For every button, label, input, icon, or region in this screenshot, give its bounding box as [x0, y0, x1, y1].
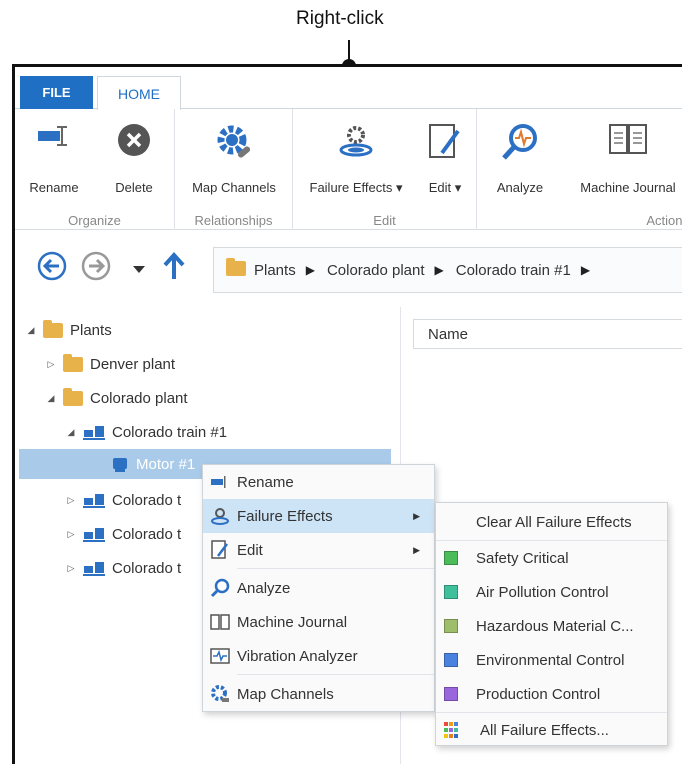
submenu-arrow-icon: ▶: [413, 510, 420, 521]
back-arrow-icon: [37, 251, 67, 281]
failure-effect-safety-critical[interactable]: Safety Critical: [436, 541, 667, 575]
context-map-channels[interactable]: Map Channels: [203, 677, 434, 711]
failure-effects-icon: [203, 506, 237, 526]
rename-icon: [203, 475, 237, 489]
failure-effect-production-control[interactable]: Production Control: [436, 677, 667, 711]
tree-node-colorado-train-4[interactable]: ▷ Colorado t: [65, 553, 182, 583]
forward-arrow-icon: [81, 251, 111, 281]
breadcrumb-plants[interactable]: Plants: [254, 262, 296, 279]
tab-file[interactable]: FILE: [20, 76, 93, 109]
ribbon-group-actions: Analyze Machine Journal Actions: [477, 109, 682, 230]
menu-divider: [237, 568, 434, 569]
navigation-bar: Plants ▶ Colorado plant ▶ Colorado train…: [15, 235, 682, 301]
map-channels-icon: [203, 684, 237, 704]
context-analyze[interactable]: Analyze: [203, 571, 434, 605]
context-failure-effects[interactable]: Failure Effects ▶: [203, 499, 434, 533]
breadcrumb[interactable]: Plants ▶ Colorado plant ▶ Colorado train…: [213, 247, 682, 293]
context-vibration-analyzer[interactable]: Vibration Analyzer: [203, 639, 434, 673]
ribbon: Rename Delete Organize Map Channels Rela…: [15, 109, 682, 230]
tree-node-denver-plant[interactable]: ▷ Denver plant: [45, 349, 175, 379]
expanded-arrow-icon[interactable]: ◢: [25, 325, 37, 336]
color-swatch: [444, 653, 458, 667]
edit-icon: [428, 123, 462, 166]
edit-dropdown[interactable]: Edit ▾: [417, 109, 473, 205]
context-menu: Rename Failure Effects ▶ Edit ▶ Analyze …: [202, 464, 435, 712]
train-icon: [83, 560, 105, 576]
caret-down-icon: [133, 266, 145, 273]
expanded-arrow-icon[interactable]: ◢: [45, 393, 57, 404]
map-channels-button[interactable]: Map Channels: [179, 109, 289, 205]
failure-effects-icon: [338, 123, 374, 164]
vibration-icon: [203, 648, 237, 664]
delete-button[interactable]: Delete: [99, 109, 169, 205]
tree-node-colorado-train-3[interactable]: ▷ Colorado t: [65, 519, 182, 549]
collapsed-arrow-icon[interactable]: ▷: [45, 359, 57, 370]
folder-icon: [43, 319, 63, 338]
failure-effect-air-pollution-control[interactable]: Air Pollution Control: [436, 575, 667, 609]
delete-icon: [117, 123, 151, 162]
context-edit[interactable]: Edit ▶: [203, 533, 434, 567]
submenu-arrow-icon: ▶: [413, 544, 420, 555]
color-swatch: [444, 551, 458, 565]
collapsed-arrow-icon[interactable]: ▷: [65, 495, 77, 506]
menu-divider: [237, 674, 434, 675]
failure-effect-environmental-control[interactable]: Environmental Control: [436, 643, 667, 677]
journal-icon: [608, 123, 648, 160]
color-swatch: [444, 619, 458, 633]
expanded-arrow-icon[interactable]: ◢: [65, 427, 77, 438]
train-icon: [83, 526, 105, 542]
color-swatch: [444, 687, 458, 701]
collapsed-arrow-icon[interactable]: ▷: [65, 529, 77, 540]
forward-button[interactable]: [81, 251, 111, 286]
breadcrumb-colorado-train[interactable]: Colorado train #1: [456, 262, 571, 279]
edit-icon: [203, 540, 237, 560]
tree-node-plants[interactable]: ◢ Plants: [25, 315, 112, 345]
rename-icon: [37, 123, 71, 154]
failure-effects-dropdown[interactable]: Failure Effects ▾: [297, 109, 415, 205]
analyze-icon: [501, 123, 539, 166]
folder-icon: [226, 257, 246, 280]
ribbon-tabs: FILE HOME: [15, 67, 682, 110]
up-button[interactable]: [161, 251, 187, 286]
up-arrow-icon: [163, 252, 185, 279]
breadcrumb-separator-icon: ▶: [580, 263, 591, 277]
right-click-annotation: Right-click: [296, 8, 384, 29]
ribbon-group-organize: Rename Delete Organize: [15, 109, 175, 230]
tree-node-colorado-train-2[interactable]: ▷ Colorado t: [65, 485, 182, 515]
collapsed-arrow-icon[interactable]: ▷: [65, 563, 77, 574]
journal-icon: [203, 614, 237, 630]
failure-effects-submenu: Clear All Failure Effects Safety Critica…: [435, 502, 668, 746]
palette-icon: [444, 722, 458, 738]
analyze-button[interactable]: Analyze: [483, 109, 557, 205]
map-channels-icon: [215, 123, 253, 166]
history-dropdown[interactable]: [133, 261, 145, 279]
tab-home[interactable]: HOME: [97, 76, 181, 110]
all-failure-effects[interactable]: All Failure Effects...: [436, 713, 667, 747]
context-machine-journal[interactable]: Machine Journal: [203, 605, 434, 639]
column-header-name[interactable]: Name: [413, 319, 682, 349]
color-swatch: [444, 585, 458, 599]
rename-button[interactable]: Rename: [19, 109, 89, 205]
ribbon-group-edit: Failure Effects ▾ Edit ▾ Edit: [293, 109, 477, 230]
ribbon-group-relationships: Map Channels Relationships: [175, 109, 293, 230]
folder-icon: [63, 353, 83, 372]
failure-effect-hazardous-material[interactable]: Hazardous Material C...: [436, 609, 667, 643]
back-button[interactable]: [37, 251, 67, 286]
breadcrumb-separator-icon: ▶: [305, 263, 315, 277]
train-icon: [83, 492, 105, 508]
machine-journal-button[interactable]: Machine Journal: [563, 109, 682, 205]
breadcrumb-separator-icon: ▶: [434, 263, 444, 277]
context-rename[interactable]: Rename: [203, 465, 434, 499]
tree-node-colorado-plant[interactable]: ◢ Colorado plant: [45, 383, 188, 413]
app-window: FILE HOME Rename Delete Organize Map Cha…: [12, 64, 682, 764]
analyze-icon: [203, 578, 237, 598]
motor-icon: [111, 455, 129, 473]
folder-icon: [63, 387, 83, 406]
train-icon: [83, 424, 105, 440]
breadcrumb-colorado-plant[interactable]: Colorado plant: [327, 262, 425, 279]
tree-node-colorado-train-1[interactable]: ◢ Colorado train #1: [65, 417, 228, 447]
clear-all-failure-effects[interactable]: Clear All Failure Effects: [436, 505, 667, 539]
